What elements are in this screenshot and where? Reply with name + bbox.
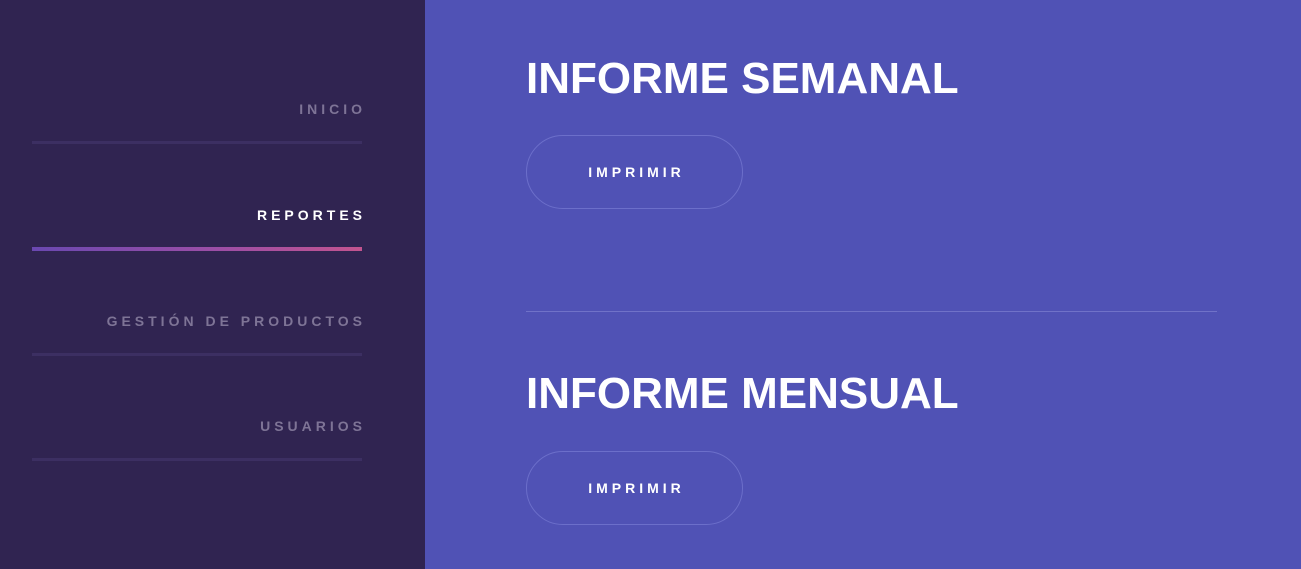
- section-divider: [526, 311, 1217, 312]
- app-root: INICIO REPORTES GESTIÓN DE PRODUCTOS USU…: [0, 0, 1301, 569]
- sidebar-nav: INICIO REPORTES GESTIÓN DE PRODUCTOS USU…: [0, 0, 425, 569]
- sidebar-item-inicio[interactable]: INICIO: [32, 101, 362, 144]
- sidebar-item-label: GESTIÓN DE PRODUCTOS: [106, 313, 366, 329]
- sidebar-item-label: INICIO: [299, 101, 366, 117]
- sidebar-item-underline: [32, 353, 362, 356]
- sidebar-item-underline: [32, 458, 362, 461]
- sidebar-item-underline: [32, 141, 362, 144]
- monthly-report-title: INFORME MENSUAL: [526, 369, 959, 418]
- sidebar-item-reportes[interactable]: REPORTES: [32, 207, 362, 251]
- sidebar-item-active-underline: [32, 247, 362, 251]
- print-weekly-report-button[interactable]: IMPRIMIR: [526, 135, 743, 209]
- sidebar-item-label: USUARIOS: [260, 418, 366, 434]
- weekly-report-title: INFORME SEMANAL: [526, 54, 959, 103]
- print-monthly-report-button[interactable]: IMPRIMIR: [526, 451, 743, 525]
- sidebar-item-label: REPORTES: [256, 207, 366, 223]
- main-content: INFORME SEMANAL IMPRIMIR INFORME MENSUAL…: [425, 0, 1301, 569]
- sidebar-item-gestion-productos[interactable]: GESTIÓN DE PRODUCTOS: [32, 313, 362, 356]
- sidebar-item-usuarios[interactable]: USUARIOS: [32, 418, 362, 461]
